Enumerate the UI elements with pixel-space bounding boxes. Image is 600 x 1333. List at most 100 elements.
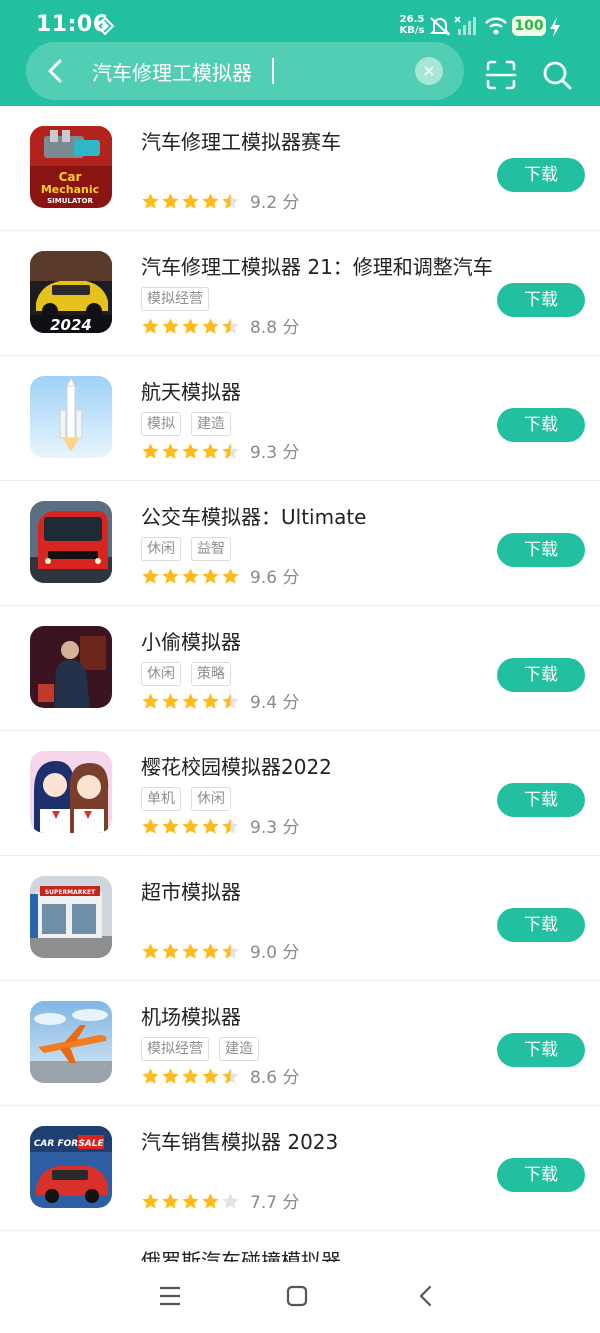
star-full-icon [142, 817, 159, 834]
star-full-icon [202, 567, 219, 584]
svg-text:SUPERMARKET: SUPERMARKET [45, 889, 96, 896]
back-arrow-icon[interactable] [40, 55, 72, 87]
star-half-icon [222, 1067, 239, 1084]
charging-icon [550, 17, 560, 37]
svg-text:SIMULATOR: SIMULATOR [47, 197, 93, 205]
tag-list: 单机 休闲 [141, 787, 241, 811]
supermarket-icon: SUPERMARKET [30, 876, 112, 958]
airplane-icon [30, 1001, 112, 1083]
star-full-icon [182, 817, 199, 834]
star-full-icon [202, 817, 219, 834]
tag: 模拟经营 [141, 287, 209, 311]
star-empty-icon [222, 1192, 239, 1209]
rating: 8.8 分 [141, 313, 299, 338]
star-full-icon [142, 567, 159, 584]
tag: 建造 [191, 412, 231, 436]
tag: 策略 [191, 662, 231, 686]
star-full-icon [142, 442, 159, 459]
download-button[interactable]: 下载 [497, 1033, 585, 1067]
scan-icon[interactable] [484, 58, 518, 92]
star-full-icon [142, 942, 159, 959]
app-header: 11:06 26.5 KB/s 100 汽车修理工模拟器 × [0, 0, 600, 106]
star-full-icon [182, 192, 199, 209]
car-mechanic-icon: Car Mechanic SIMULATOR [30, 126, 112, 208]
list-item[interactable]: 航天模拟器 模拟 建造 9.3 分 下载 [0, 356, 600, 481]
tag: 单机 [141, 787, 181, 811]
download-button[interactable]: 下载 [497, 408, 585, 442]
app-title: 超市模拟器 [141, 880, 241, 904]
rating: 9.6 分 [141, 563, 299, 588]
svg-text:Mechanic: Mechanic [41, 183, 99, 196]
list-item[interactable]: 公交车模拟器：Ultimate 休闲 益智 9.6 分 下载 [0, 481, 600, 606]
download-button[interactable]: 下载 [497, 1158, 585, 1192]
svg-text:2024: 2024 [50, 316, 92, 333]
rating: 8.6 分 [141, 1063, 299, 1088]
tag: 休闲 [141, 537, 181, 561]
star-half-icon [222, 942, 239, 959]
search-icon[interactable] [540, 58, 574, 92]
star-full-icon [182, 692, 199, 709]
star-full-icon [142, 317, 159, 334]
list-item[interactable]: Car Mechanic SIMULATOR 汽车修理工模拟器赛车 9.2 分 … [0, 106, 600, 231]
download-button[interactable]: 下载 [497, 908, 585, 942]
rating: 9.2 分 [141, 188, 299, 213]
clear-search-button[interactable]: × [415, 57, 443, 85]
svg-text:Car: Car [59, 170, 82, 184]
home-square-icon[interactable] [285, 1284, 309, 1308]
app-title: 汽车销售模拟器 2023 [141, 1130, 339, 1154]
star-half-icon [222, 692, 239, 709]
car-for-sale-icon: CAR FOR SALE [30, 1126, 112, 1208]
search-input[interactable] [92, 54, 402, 88]
download-button[interactable]: 下载 [497, 283, 585, 317]
tag-list: 模拟经营 建造 [141, 1037, 269, 1061]
score-text: 9.4 分 [250, 693, 300, 713]
star-half-icon [222, 317, 239, 334]
star-full-icon [182, 1067, 199, 1084]
star-half-icon [222, 192, 239, 209]
score-text: 8.6 分 [250, 1068, 300, 1088]
score-text: 9.3 分 [250, 443, 300, 463]
list-item[interactable]: CAR FOR SALE 汽车销售模拟器 2023 7.7 分 下载 [0, 1106, 600, 1231]
download-button[interactable]: 下载 [497, 658, 585, 692]
svg-text:CAR FOR: CAR FOR [34, 1139, 78, 1149]
rating: 9.0 分 [141, 938, 299, 963]
back-triangle-icon[interactable] [414, 1284, 438, 1308]
rating: 7.7 分 [141, 1188, 299, 1213]
star-rating [141, 941, 241, 961]
download-button[interactable]: 下载 [497, 783, 585, 817]
score-text: 9.6 分 [250, 568, 300, 588]
tag: 休闲 [141, 662, 181, 686]
star-full-icon [162, 192, 179, 209]
search-results-list: Car Mechanic SIMULATOR 汽车修理工模拟器赛车 9.2 分 … [0, 106, 600, 1273]
star-full-icon [182, 442, 199, 459]
star-full-icon [162, 567, 179, 584]
rating: 9.3 分 [141, 813, 299, 838]
download-button[interactable]: 下载 [497, 533, 585, 567]
app-title: 小偷模拟器 [141, 630, 241, 654]
diamond-icon [95, 16, 115, 36]
star-full-icon [202, 942, 219, 959]
star-full-icon [142, 1067, 159, 1084]
list-item[interactable]: 2024 汽车修理工模拟器 21：修理和调整汽车 模拟经营 8.8 分 下载 [0, 231, 600, 356]
star-full-icon [182, 567, 199, 584]
score-text: 9.3 分 [250, 818, 300, 838]
car-mechanic-2024-icon: 2024 [30, 251, 112, 333]
star-full-icon [202, 692, 219, 709]
wifi-icon [485, 17, 507, 35]
list-item[interactable]: SUPERMARKET 超市模拟器 9.0 分 下载 [0, 856, 600, 981]
list-item[interactable]: 樱花校园模拟器2022 单机 休闲 9.3 分 下载 [0, 731, 600, 856]
star-rating [141, 191, 241, 211]
thief-icon [30, 626, 112, 708]
star-rating [141, 1191, 241, 1211]
tag-list: 模拟 建造 [141, 412, 241, 436]
download-button[interactable]: 下载 [497, 158, 585, 192]
list-item[interactable]: 机场模拟器 模拟经营 建造 8.6 分 下载 [0, 981, 600, 1106]
anime-girls-icon [30, 751, 112, 833]
menu-icon[interactable] [158, 1284, 182, 1308]
list-item[interactable]: 小偷模拟器 休闲 策略 9.4 分 下载 [0, 606, 600, 731]
star-full-icon [162, 692, 179, 709]
star-full-icon [202, 442, 219, 459]
star-full-icon [162, 442, 179, 459]
app-title: 机场模拟器 [141, 1005, 241, 1029]
network-speed: 26.5 KB/s [399, 14, 425, 36]
